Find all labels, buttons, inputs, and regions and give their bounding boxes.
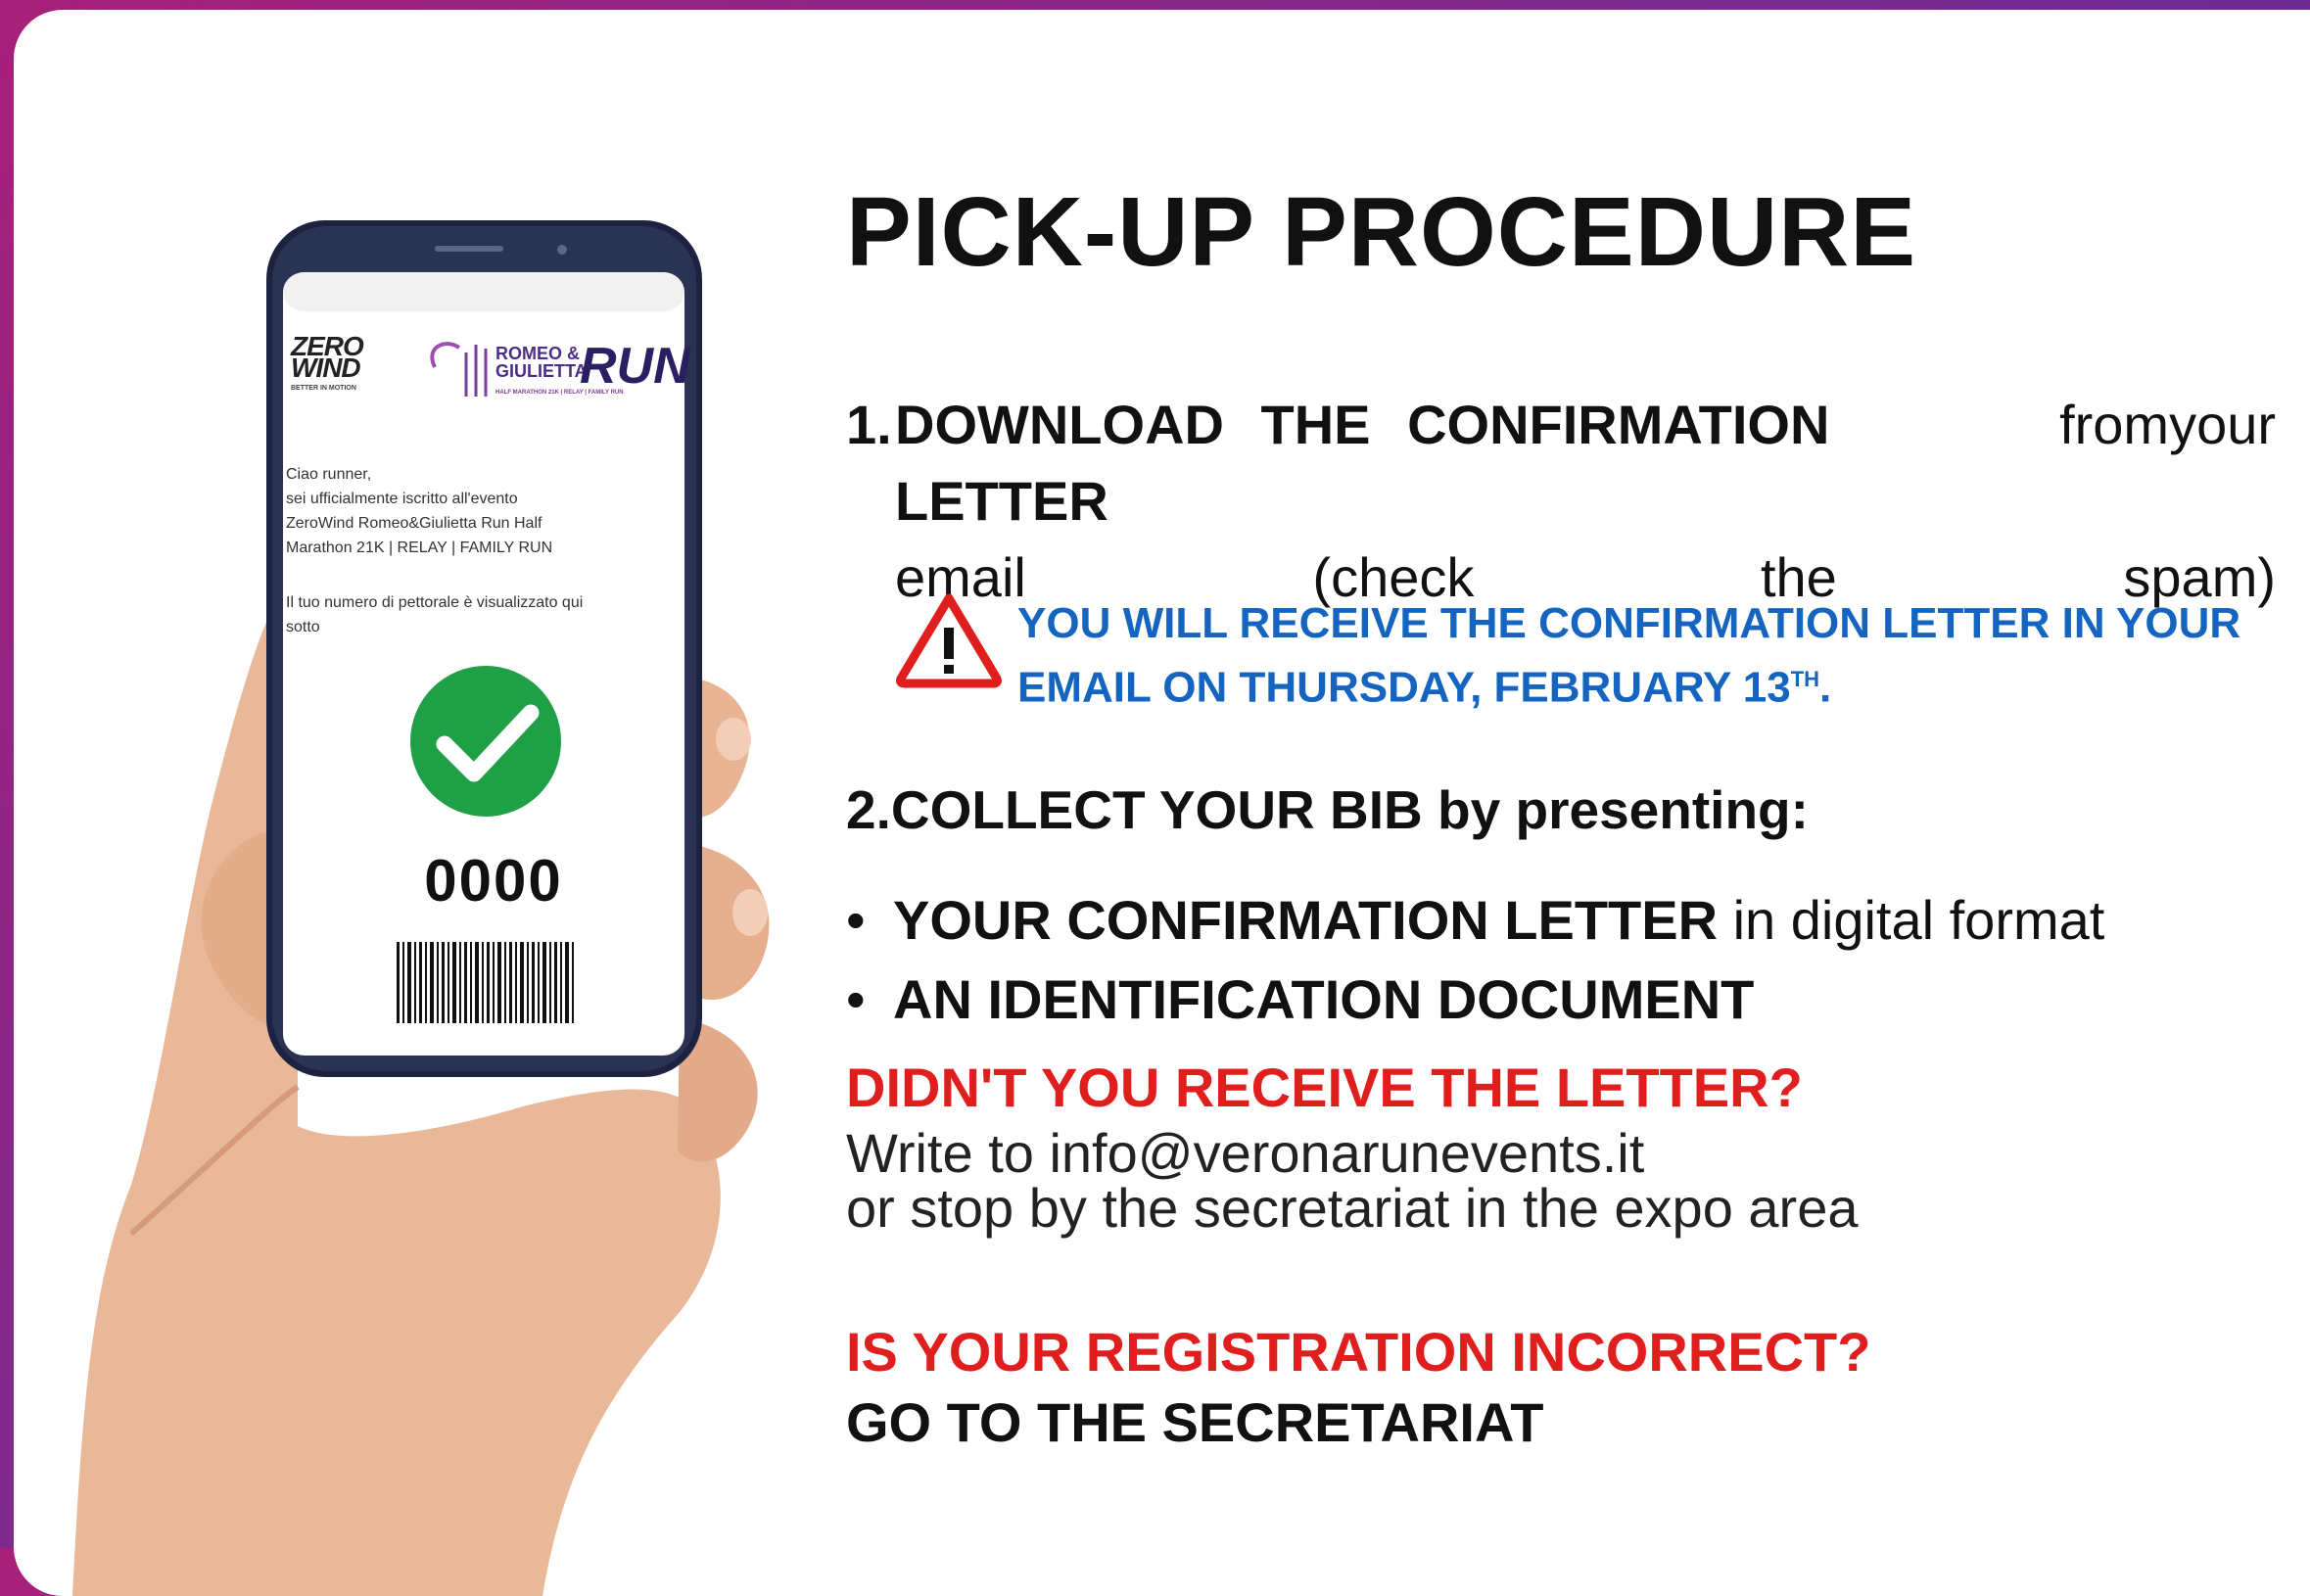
zerowind-tagline: BETTER IN MOTION: [291, 385, 356, 392]
bullet-item: • AN IDENTIFICATION DOCUMENT: [846, 968, 1755, 1030]
bullet-item: • YOUR CONFIRMATION LETTER in digital for…: [846, 889, 2105, 951]
bib-number: 0000: [424, 848, 563, 914]
run-logo-text: RUN: [580, 338, 690, 395]
zerowind-logo: ZERO WIND: [291, 331, 364, 383]
page-title: PICK-UP PROCEDURE: [846, 177, 1917, 287]
step-1-word: your: [2169, 394, 2276, 455]
romeo-giulietta-logo-text: ROMEO & GIULIETTA: [495, 344, 588, 381]
question-incorrect-registration: IS YOUR REGISTRATION INCORRECT?: [846, 1321, 1871, 1383]
contact-email-line: Write to info@veronarunevents.it: [846, 1122, 1645, 1184]
phone-bib-info: Il tuo numero di pettorale è visualizzat…: [286, 594, 584, 635]
step-2-collect: 2.COLLECT YOUR BIB by presenting:: [846, 779, 1809, 840]
warning-triangle-icon: [896, 593, 1002, 688]
phone-greeting: Ciao runner, sei ufficialmente iscritto …: [286, 466, 553, 556]
run-logo-tagline: HALF MARATHON 21K | RELAY | FAMILY RUN: [495, 390, 624, 396]
step-1-word: from: [2059, 394, 2170, 455]
question-no-letter: DIDN'T YOU RECEIVE THE LETTER?: [846, 1056, 1803, 1118]
phone-in-hand-illustration: [72, 220, 770, 1596]
step-1-number: 1.: [846, 394, 892, 455]
warning-message: YOU WILL RECEIVE THE CONFIRMATION LETTER…: [1017, 599, 2241, 712]
go-to-secretariat: GO TO THE SECRETARIAT: [846, 1391, 1544, 1453]
secretariat-line: or stop by the secretariat in the expo a…: [846, 1177, 1859, 1239]
step-1-download: 1. DOWNLOAD THE CONFIRMATION LETTER from…: [846, 387, 2276, 616]
content-card: ZERO WIND BETTER IN MOTION ROMEO & GIULI…: [14, 10, 2310, 1596]
step-1-bold: DOWNLOAD THE CONFIRMATION LETTER: [895, 394, 1830, 532]
check-circle-icon: [410, 666, 561, 817]
